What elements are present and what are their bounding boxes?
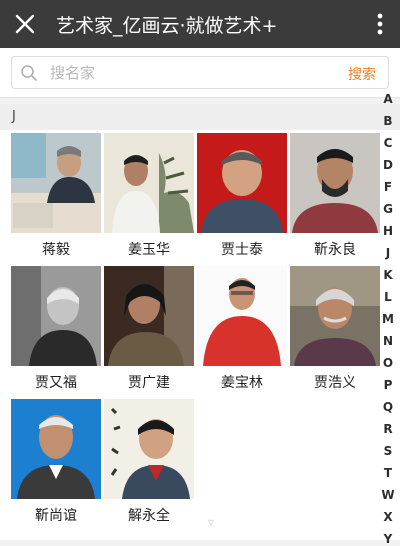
search-box: 搜索 [11,56,389,89]
index-letter-x[interactable]: X [376,510,400,524]
artist-card[interactable]: 贾广建 [104,266,194,392]
index-letter-q[interactable]: Q [376,400,400,414]
artist-photo [11,133,101,233]
artist-name: 贾广建 [128,375,170,391]
artist-photo [197,266,287,366]
close-icon [15,14,35,34]
artist-photo [290,266,380,366]
search-bar: 搜索 [0,48,400,98]
search-icon [21,65,37,81]
index-letter-p[interactable]: P [376,378,400,392]
artist-name: 贾士泰 [221,242,263,258]
loading-indicator-icon: ▿ [208,515,215,529]
index-letter-k[interactable]: K [376,268,400,282]
artist-card[interactable]: 靳永良 [290,133,380,259]
more-vertical-icon [377,13,383,35]
artist-card[interactable]: 贾浩义 [290,266,380,392]
index-letter-r[interactable]: R [376,422,400,436]
artist-name: 蒋毅 [42,242,70,258]
artist-name: 姜玉华 [128,242,170,258]
artist-name: 姜宝林 [221,375,263,391]
artist-photo [11,399,101,499]
index-letter-n[interactable]: N [376,334,400,348]
index-letter-f[interactable]: F [376,180,400,194]
artist-photo [104,133,194,233]
search-button[interactable]: 搜索 [348,64,376,84]
artist-photo [290,133,380,233]
section-letter: J [12,109,16,124]
artist-name: 解永全 [128,508,170,524]
artist-name: 贾浩义 [314,375,356,391]
artist-name: 贾又福 [35,375,77,391]
artist-grid: 蒋毅 姜玉华 贾士泰 靳永良 贾又福 贾广建 姜宝林 贾浩义 靳尚谊 解永全 [0,130,400,540]
artist-photo [197,133,287,233]
index-letter-l[interactable]: L [376,290,400,304]
index-letter-d[interactable]: D [376,158,400,172]
index-letter-g[interactable]: G [376,202,400,216]
artist-photo [11,266,101,366]
artist-card[interactable]: 姜宝林 [197,266,287,392]
index-letter-a[interactable]: A [376,92,400,106]
artist-photo [104,399,194,499]
title-bar: 艺术家_亿画云·就做艺术+ [0,0,400,48]
index-letter-c[interactable]: C [376,136,400,150]
search-input[interactable] [50,57,340,88]
index-letter-y[interactable]: Y [376,532,400,546]
more-button[interactable] [360,0,400,48]
artist-photo [104,266,194,366]
index-letter-j[interactable]: J [376,246,400,260]
artist-name: 靳永良 [314,242,356,258]
artist-card[interactable]: 蒋毅 [11,133,101,259]
artist-card[interactable]: 贾士泰 [197,133,287,259]
artist-card[interactable]: 靳尚谊 [11,399,101,525]
artist-card[interactable]: 姜玉华 [104,133,194,259]
artist-card[interactable]: 贾又福 [11,266,101,392]
alphabet-index[interactable]: ABCDFGHJKLMNOPQRSTWXY [376,92,400,546]
section-header: J [0,104,400,130]
index-letter-s[interactable]: S [376,444,400,458]
index-letter-o[interactable]: O [376,356,400,370]
index-letter-w[interactable]: W [376,488,400,502]
artist-name: 靳尚谊 [35,508,77,524]
index-letter-h[interactable]: H [376,224,400,238]
page-title: 艺术家_亿画云·就做艺术+ [56,14,278,37]
artist-card[interactable]: 解永全 [104,399,194,525]
index-letter-m[interactable]: M [376,312,400,326]
index-letter-t[interactable]: T [376,466,400,480]
close-button[interactable] [0,0,50,48]
index-letter-b[interactable]: B [376,114,400,128]
